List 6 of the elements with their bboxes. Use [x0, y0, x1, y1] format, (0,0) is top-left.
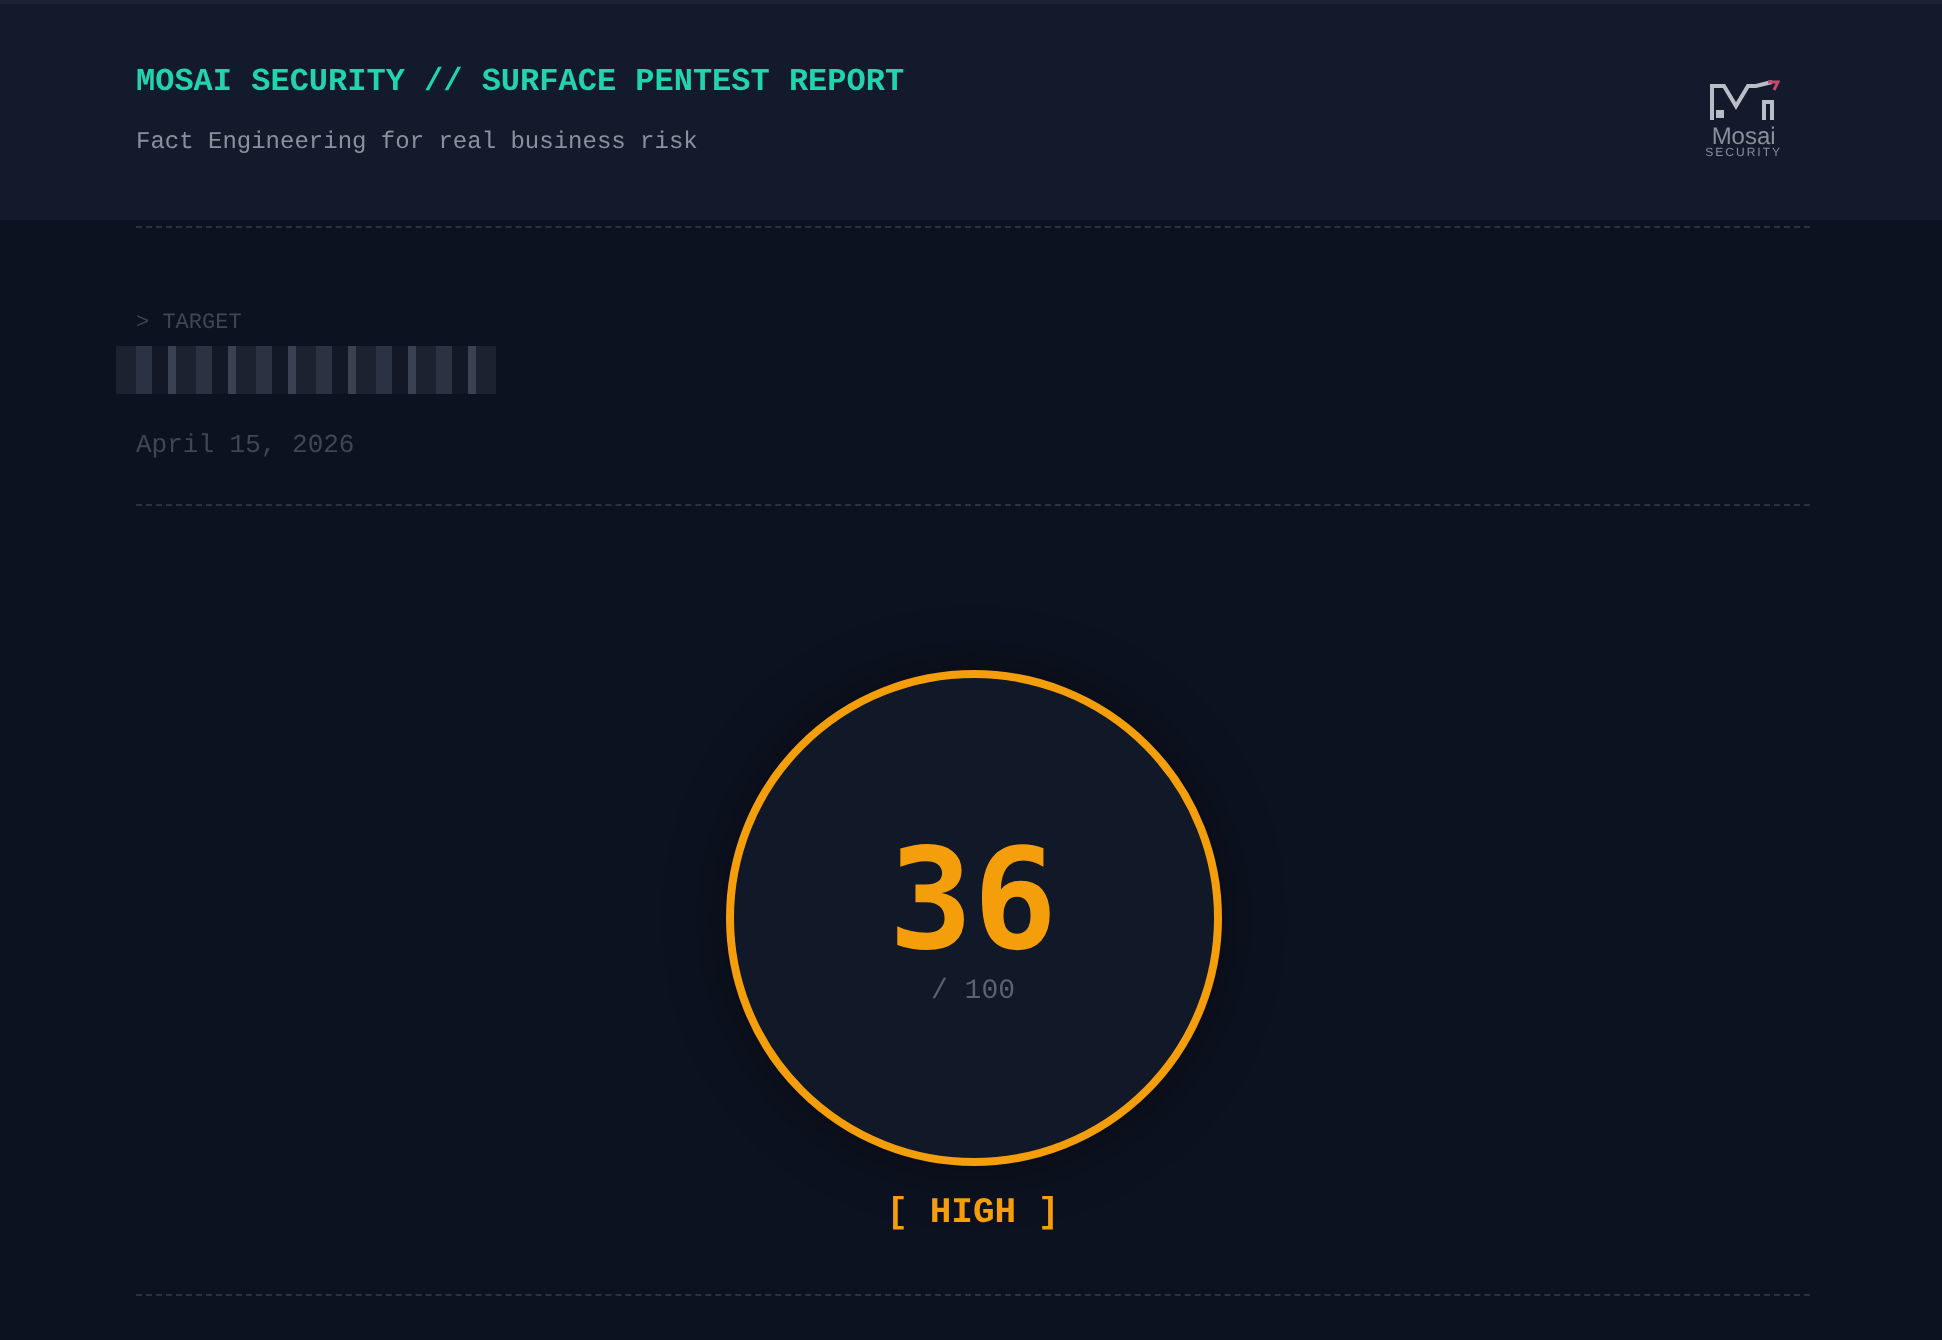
score-max: / 100: [930, 976, 1015, 1008]
report-subtitle: Fact Engineering for real business risk: [136, 128, 700, 156]
risk-rating: [ HIGH ]: [886, 1194, 1060, 1234]
report-title: MOSAI SECURITY // SURFACE PENTEST REPORT: [136, 64, 905, 100]
score-value: 36: [888, 828, 1058, 972]
logo-mark-icon: [1707, 80, 1780, 124]
